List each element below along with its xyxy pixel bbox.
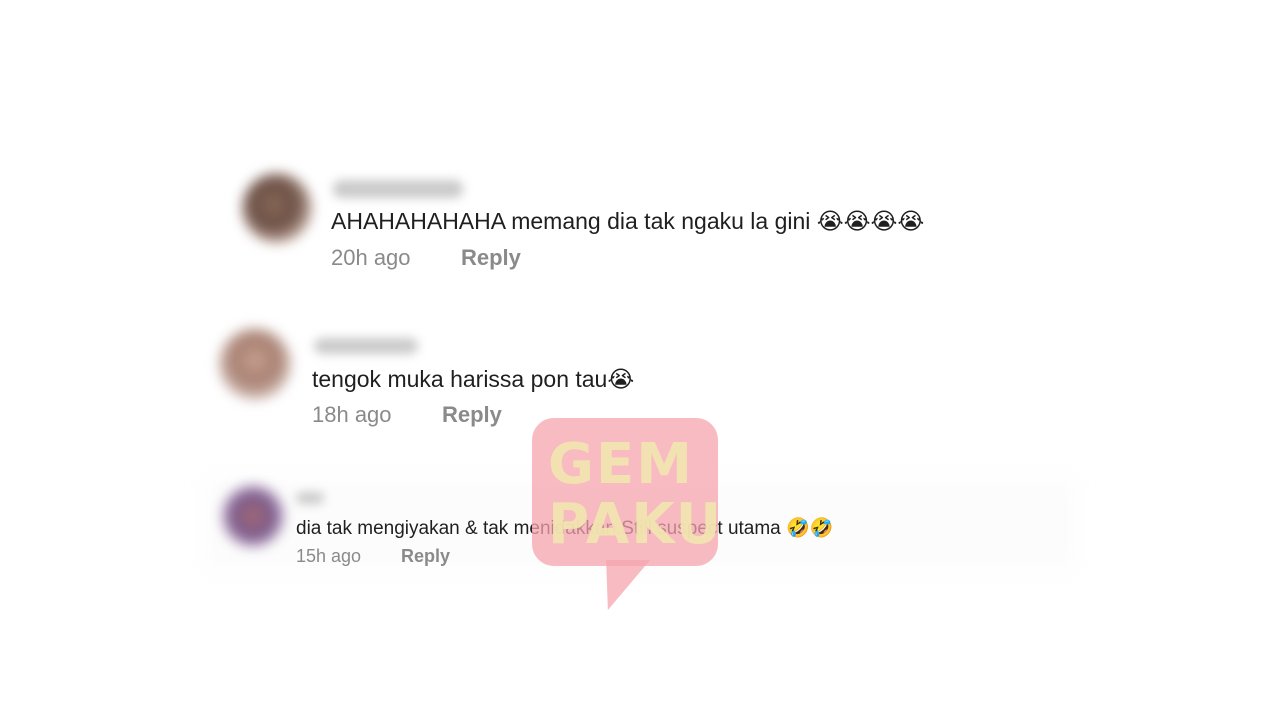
reply-button[interactable]: Reply: [461, 245, 521, 271]
comment-timestamp: 20h ago: [331, 245, 411, 270]
comment-text: tengok muka harissa pon tau😭: [312, 366, 635, 392]
comment-text: AHAHAHAHAHA memang dia tak ngaku la gini…: [331, 208, 925, 234]
username-redacted[interactable]: [333, 180, 463, 198]
avatar[interactable]: [222, 485, 284, 547]
reply-button[interactable]: Reply: [401, 546, 450, 567]
reply-button[interactable]: Reply: [442, 402, 502, 428]
comment-timestamp: 15h ago: [296, 546, 362, 566]
avatar[interactable]: [219, 328, 291, 400]
comments-screen: AHAHAHAHAHA memang dia tak ngaku la gini…: [0, 0, 1280, 720]
watermark-text: GEM: [548, 432, 694, 497]
username-redacted[interactable]: [314, 338, 418, 354]
watermark-text: PAKU: [548, 492, 724, 557]
avatar[interactable]: [242, 173, 312, 243]
comment-timestamp: 18h ago: [312, 402, 392, 427]
username-redacted[interactable]: [296, 492, 324, 504]
